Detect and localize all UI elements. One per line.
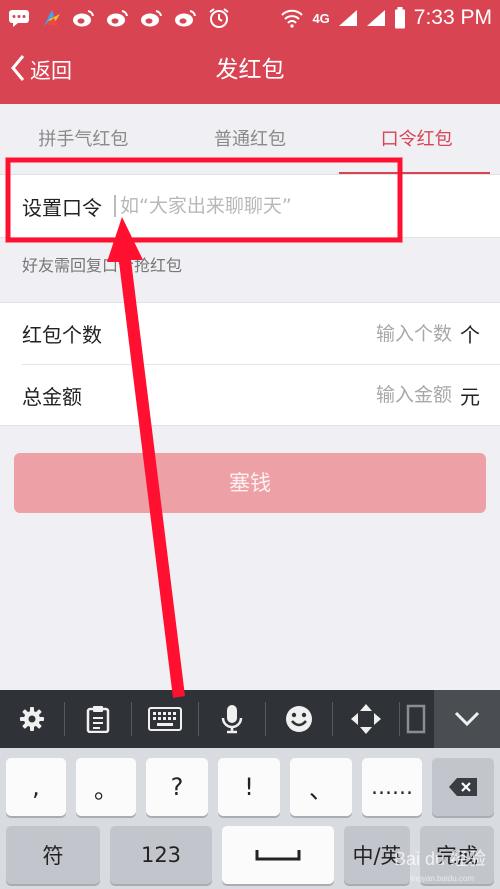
pinwheel-icon (40, 8, 62, 28)
amount-label: 总金额 (22, 384, 82, 409)
tab-normal-packet[interactable]: 普通红包 (167, 104, 334, 174)
keyboard-icon[interactable] (132, 690, 198, 748)
password-input[interactable] (114, 195, 414, 217)
clipboard-icon[interactable] (65, 690, 131, 748)
key-comma[interactable]: , (6, 758, 66, 816)
signal-icon (338, 9, 358, 27)
back-label: 返回 (30, 59, 72, 83)
done-key[interactable]: 完成 (420, 826, 494, 884)
language-switch-key[interactable]: 中/英 (344, 826, 410, 884)
clock: 7:33 PM (413, 6, 492, 29)
back-button[interactable]: 返回 (10, 36, 72, 104)
collapse-keyboard-button[interactable] (434, 690, 500, 748)
count-row: 红包个数 个 (0, 303, 500, 364)
count-label: 红包个数 (22, 323, 102, 347)
status-bar: 4G 7:33 PM (0, 0, 500, 36)
chevron-left-icon (10, 54, 26, 86)
emoji-icon[interactable] (266, 690, 332, 748)
key-exclamation[interactable]: ! (218, 758, 280, 816)
symbols-key[interactable]: 符 (6, 826, 100, 884)
tab-password-packet[interactable]: 口令红包 (333, 104, 500, 174)
key-ellipsis[interactable]: …… (362, 758, 422, 816)
notification-icons (8, 7, 230, 29)
packet-form: 红包个数 个 总金额 元 (0, 302, 500, 426)
move-cursor-icon[interactable] (333, 690, 399, 748)
space-bar-icon (255, 850, 301, 861)
page-title: 发红包 (215, 57, 285, 83)
battery-icon (394, 7, 406, 29)
key-pause-mark[interactable]: 、 (290, 758, 352, 816)
packet-type-tabs: 拼手气红包 普通红包 口令红包 (0, 104, 500, 174)
submit-money-button[interactable]: 塞钱 (14, 453, 486, 513)
text-cursor-icon[interactable] (400, 690, 432, 748)
space-key[interactable] (222, 826, 334, 884)
signal-icon (366, 9, 386, 27)
system-indicators: 4G 7:33 PM (280, 6, 492, 30)
tab-lucky-packet[interactable]: 拼手气红包 (0, 104, 167, 174)
key-question[interactable]: ? (146, 758, 208, 816)
password-hint: 好友需回复口令抢红包 (22, 256, 183, 275)
password-label: 设置口令 (22, 195, 102, 220)
numbers-key[interactable]: 123 (110, 826, 212, 884)
weibo-icon (140, 8, 164, 28)
amount-input[interactable] (162, 384, 452, 406)
chevron-down-icon (454, 711, 480, 727)
key-period[interactable]: 。 (76, 758, 136, 816)
backspace-key[interactable] (432, 758, 494, 816)
weibo-icon (174, 8, 198, 28)
password-row: 设置口令 (0, 174, 500, 238)
wifi-icon (280, 8, 304, 28)
keyboard-toolbar (0, 690, 500, 748)
amount-unit: 元 (460, 384, 480, 409)
count-unit: 个 (460, 323, 480, 347)
message-icon (8, 9, 30, 27)
weibo-icon (72, 8, 96, 28)
gear-icon[interactable] (0, 690, 64, 748)
network-type-label: 4G (312, 10, 330, 26)
nav-bar: 返回 发红包 (0, 36, 500, 104)
amount-row: 总金额 元 (22, 364, 500, 425)
backspace-icon (449, 778, 477, 796)
alarm-icon (208, 7, 230, 29)
count-input[interactable] (162, 322, 452, 345)
microphone-icon[interactable] (199, 690, 265, 748)
keyboard: , 。 ? ! 、 …… 符 123 中/英 完成 (0, 748, 500, 889)
weibo-icon (106, 8, 130, 28)
